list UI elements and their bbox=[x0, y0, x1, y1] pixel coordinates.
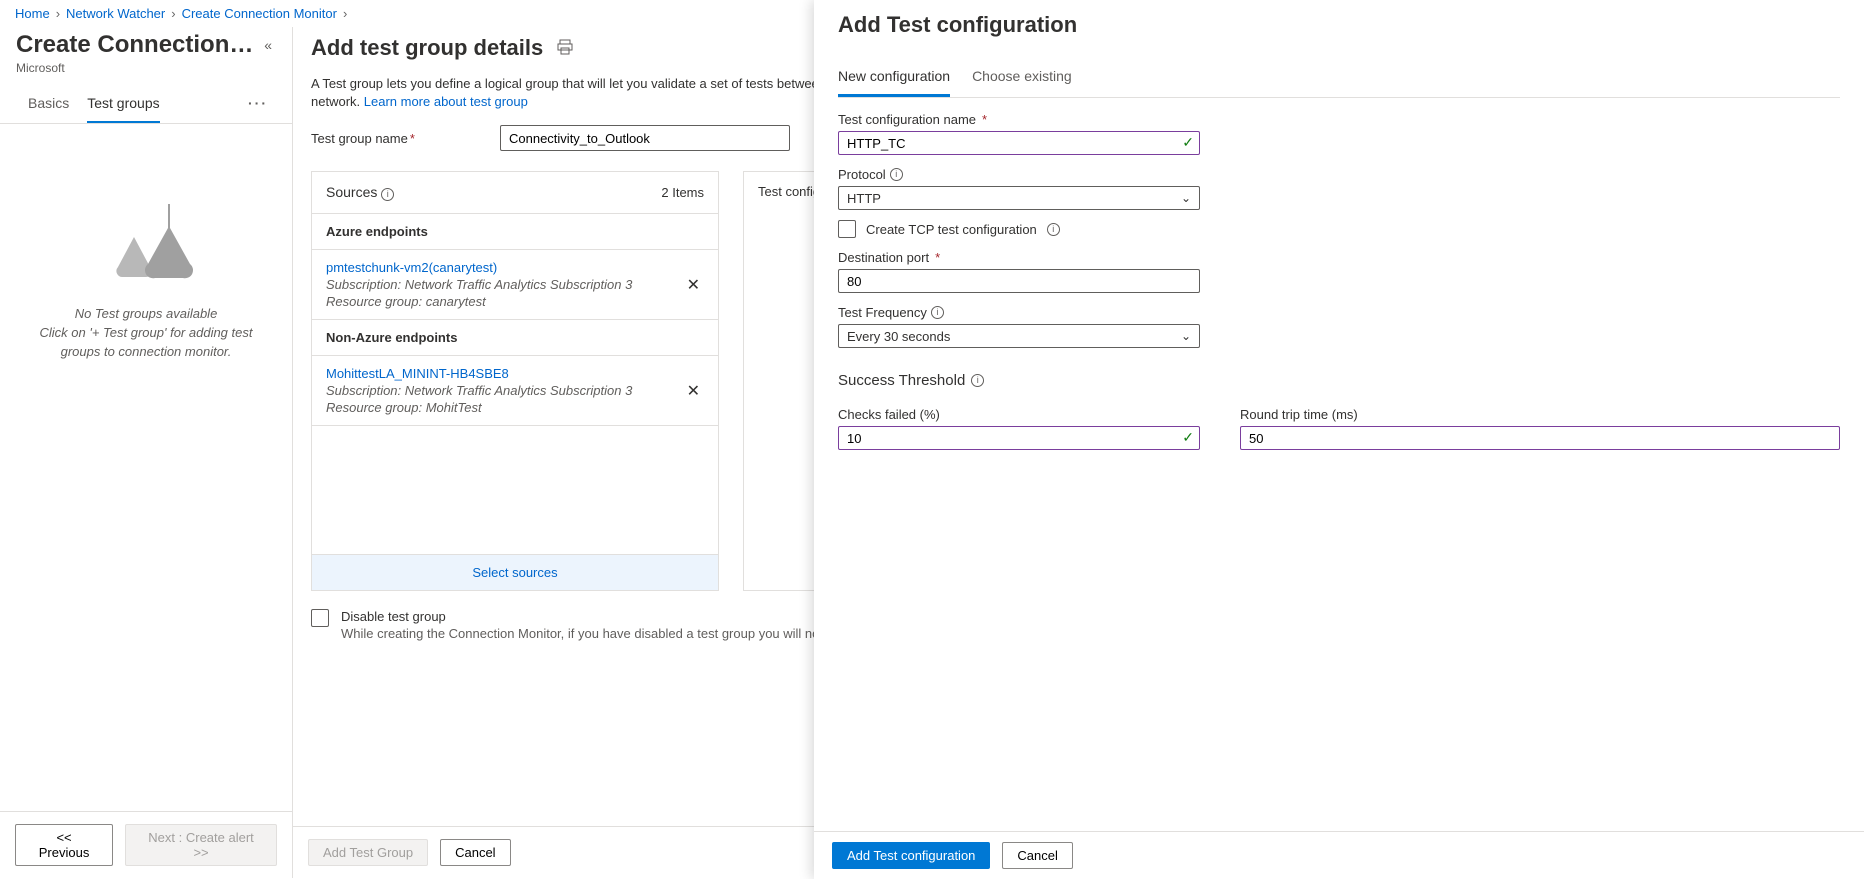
config-name-label: Test configuration name * bbox=[838, 112, 1840, 127]
success-threshold-title: Success Threshold i bbox=[838, 372, 1840, 389]
checks-failed-input[interactable] bbox=[838, 426, 1200, 450]
protocol-label-text: Protocol bbox=[838, 167, 886, 182]
valid-check-icon: ✓ bbox=[1182, 429, 1194, 446]
page-title: Create Connection… bbox=[16, 31, 253, 59]
create-tcp-checkbox[interactable] bbox=[838, 220, 856, 238]
select-sources-button[interactable]: Select sources bbox=[312, 554, 718, 590]
source-item-1-rg: Resource group: canarytest bbox=[326, 294, 632, 309]
destination-port-input[interactable] bbox=[838, 269, 1200, 293]
info-icon[interactable]: i bbox=[1047, 223, 1060, 236]
print-icon[interactable] bbox=[557, 39, 573, 58]
source-item-2-name[interactable]: MohittestLA_MININT-HB4SBE8 bbox=[326, 366, 632, 381]
create-tcp-label: Create TCP test configuration bbox=[866, 222, 1037, 237]
config-name-label-text: Test configuration name bbox=[838, 112, 976, 127]
remove-source-2-icon[interactable]: ✕ bbox=[683, 377, 704, 405]
empty-line3: groups to connection monitor. bbox=[61, 344, 232, 359]
valid-check-icon: ✓ bbox=[1182, 134, 1194, 151]
source-item-1: pmtestchunk-vm2(canarytest) Subscription… bbox=[312, 249, 718, 319]
source-item-1-name[interactable]: pmtestchunk-vm2(canarytest) bbox=[326, 260, 632, 275]
info-icon[interactable]: i bbox=[971, 374, 984, 387]
destination-port-label: Destination port * bbox=[838, 250, 1840, 265]
collapse-icon[interactable]: « bbox=[260, 33, 276, 57]
info-icon[interactable]: i bbox=[381, 188, 394, 201]
tab-choose-existing[interactable]: Choose existing bbox=[972, 68, 1072, 97]
rtt-label: Round trip time (ms) bbox=[1240, 407, 1840, 422]
disable-test-group-checkbox[interactable] bbox=[311, 609, 329, 627]
left-tabs: Basics Test groups ··· bbox=[0, 81, 292, 124]
checks-failed-label: Checks failed (%) bbox=[838, 407, 1200, 422]
test-frequency-select[interactable]: Every 30 seconds ⌄ bbox=[838, 324, 1200, 348]
sources-panel: Sources i 2 Items Azure endpoints pmtest… bbox=[311, 171, 719, 591]
cancel-button[interactable]: Cancel bbox=[440, 839, 510, 866]
left-sidebar: Create Connection… « Microsoft Basics Te… bbox=[0, 27, 293, 878]
breadcrumb-create-cm[interactable]: Create Connection Monitor bbox=[182, 6, 337, 21]
non-azure-endpoints-header: Non-Azure endpoints bbox=[312, 319, 718, 355]
left-footer: << Previous Next : Create alert >> bbox=[0, 811, 292, 878]
chevron-down-icon: ⌄ bbox=[1181, 191, 1191, 205]
chevron-right-icon: › bbox=[343, 6, 347, 21]
tab-test-groups[interactable]: Test groups bbox=[87, 95, 159, 123]
required-icon: * bbox=[410, 131, 415, 146]
config-name-input[interactable] bbox=[838, 131, 1200, 155]
protocol-select[interactable]: HTTP ⌄ bbox=[838, 186, 1200, 210]
protocol-label: Protocol i bbox=[838, 167, 1840, 182]
required-icon: * bbox=[935, 250, 940, 265]
learn-more-link[interactable]: Learn more about test group bbox=[364, 94, 528, 109]
tab-basics[interactable]: Basics bbox=[28, 95, 69, 123]
chevron-down-icon: ⌄ bbox=[1181, 329, 1191, 343]
chevron-right-icon: › bbox=[171, 6, 175, 21]
breadcrumb-network-watcher[interactable]: Network Watcher bbox=[66, 6, 165, 21]
flask-icon bbox=[96, 204, 196, 282]
previous-button[interactable]: << Previous bbox=[15, 824, 113, 866]
drawer-title: Add Test configuration bbox=[838, 12, 1840, 38]
breadcrumb-home[interactable]: Home bbox=[15, 6, 50, 21]
empty-line1: No Test groups available bbox=[75, 306, 218, 321]
test-group-name-input[interactable] bbox=[500, 125, 790, 151]
success-title-text: Success Threshold bbox=[838, 372, 965, 389]
port-label-text: Destination port bbox=[838, 250, 929, 265]
protocol-value: HTTP bbox=[847, 191, 881, 206]
azure-endpoints-header: Azure endpoints bbox=[312, 213, 718, 249]
middle-title: Add test group details bbox=[311, 35, 543, 61]
chevron-right-icon: › bbox=[56, 6, 60, 21]
source-item-1-sub: Subscription: Network Traffic Analytics … bbox=[326, 277, 632, 292]
page-subtitle: Microsoft bbox=[16, 61, 276, 75]
info-icon[interactable]: i bbox=[931, 306, 944, 319]
tab-new-configuration[interactable]: New configuration bbox=[838, 68, 950, 97]
next-button: Next : Create alert >> bbox=[125, 824, 277, 866]
drawer-tabs: New configuration Choose existing bbox=[838, 68, 1840, 98]
freq-value: Every 30 seconds bbox=[847, 329, 950, 344]
drawer-footer: Add Test configuration Cancel bbox=[814, 831, 1864, 879]
add-test-configuration-drawer: Add Test configuration New configuration… bbox=[814, 0, 1864, 879]
empty-line2: Click on '+ Test group' for adding test bbox=[40, 325, 253, 340]
drawer-cancel-button[interactable]: Cancel bbox=[1002, 842, 1072, 869]
source-item-2-rg: Resource group: MohitTest bbox=[326, 400, 632, 415]
tab-more-icon[interactable]: ··· bbox=[240, 95, 276, 123]
sources-count: 2 Items bbox=[661, 185, 704, 200]
info-icon[interactable]: i bbox=[890, 168, 903, 181]
empty-state: No Test groups available Click on '+ Tes… bbox=[0, 124, 292, 811]
remove-source-1-icon[interactable]: ✕ bbox=[683, 271, 704, 299]
add-test-configuration-button[interactable]: Add Test configuration bbox=[832, 842, 990, 869]
rtt-input[interactable] bbox=[1240, 426, 1840, 450]
source-item-2-sub: Subscription: Network Traffic Analytics … bbox=[326, 383, 632, 398]
test-group-name-label: Test group name* bbox=[311, 131, 486, 146]
source-item-2: MohittestLA_MININT-HB4SBE8 Subscription:… bbox=[312, 355, 718, 425]
required-icon: * bbox=[982, 112, 987, 127]
add-test-group-button: Add Test Group bbox=[308, 839, 428, 866]
group-name-label-text: Test group name bbox=[311, 131, 408, 146]
sources-label: Sources i bbox=[326, 184, 394, 201]
freq-label-text: Test Frequency bbox=[838, 305, 927, 320]
test-frequency-label: Test Frequency i bbox=[838, 305, 1840, 320]
sources-label-text: Sources bbox=[326, 184, 377, 200]
